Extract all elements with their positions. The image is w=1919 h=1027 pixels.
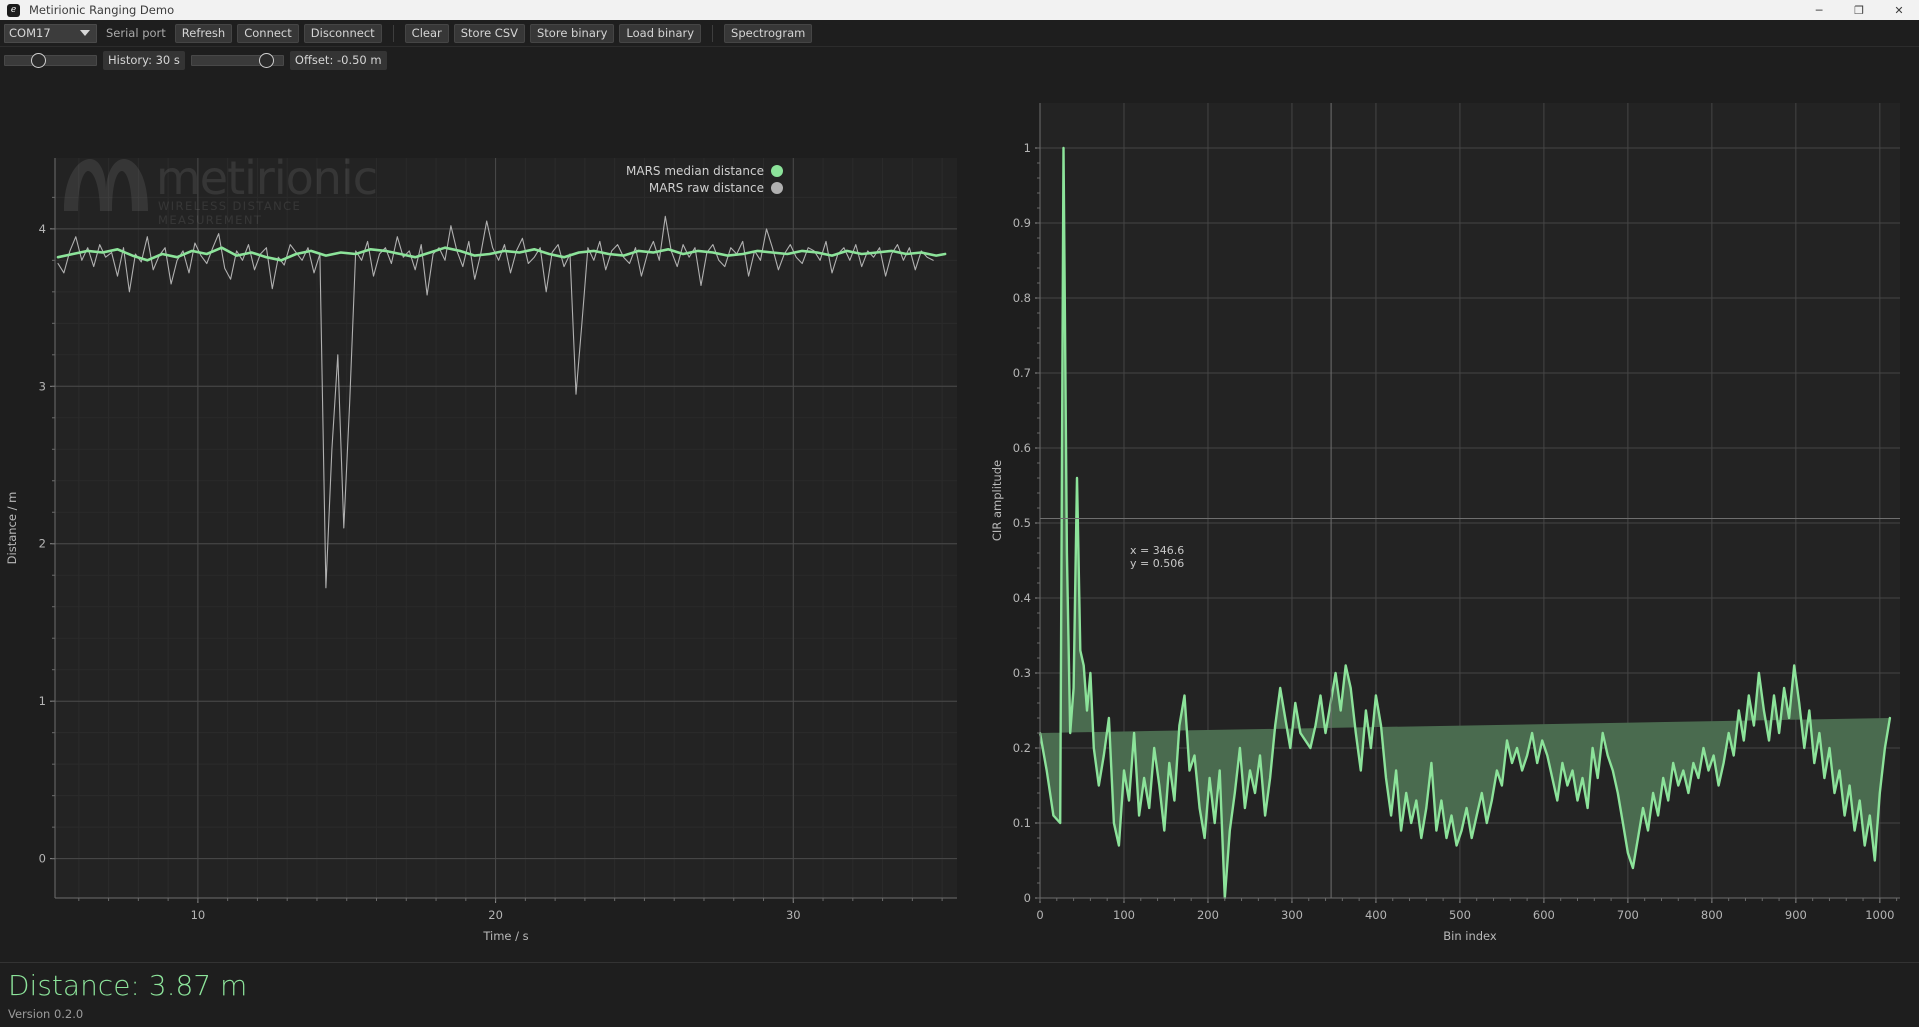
svg-text:600: 600 [1533,908,1555,922]
main-toolbar: COM17 Serial port Refresh Connect Discon… [0,20,1919,46]
svg-text:0.4: 0.4 [1013,591,1031,605]
plot-container: 01234102030Time / sDistance / m metirion… [0,73,1919,962]
load-binary-button[interactable]: Load binary [619,23,702,43]
legend-swatch-raw [771,182,783,194]
svg-text:4: 4 [39,222,46,236]
history-slider-track [4,54,97,66]
disconnect-button[interactable]: Disconnect [303,23,382,43]
svg-text:800: 800 [1701,908,1723,922]
distance-timeseries-chart[interactable]: 0 1 2 3 4 10 20 30 Time / s Distance / m [0,73,960,962]
history-slider[interactable] [4,52,97,68]
distance-readout: Distance: 3.87 m [8,969,248,1002]
svg-text:0.5: 0.5 [1013,516,1031,530]
store-binary-button[interactable]: Store binary [530,23,615,43]
annotation-x: x = 346.6 [1130,544,1185,557]
connect-button[interactable]: Connect [237,23,299,43]
window-titlebar: e Metirionic Ranging Demo ─ ❐ ✕ [0,0,1919,20]
serial-port-label: Serial port [106,26,166,40]
version-label: Version 0.2.0 [8,1007,84,1021]
history-value: History: 30 s [103,50,185,70]
svg-text:0: 0 [1036,908,1043,922]
svg-text:Time / s: Time / s [482,929,528,943]
svg-text:900: 900 [1785,908,1807,922]
svg-text:200: 200 [1197,908,1219,922]
svg-text:30: 30 [786,908,801,922]
status-bar: Distance: 3.87 m Version 0.2.0 [0,962,1919,1027]
close-button[interactable]: ✕ [1879,0,1919,20]
legend-label-raw: MARS raw distance [648,181,764,195]
annotation-y: y = 0.506 [1130,556,1185,570]
svg-text:400: 400 [1365,908,1387,922]
svg-text:0.1: 0.1 [1013,816,1031,830]
offset-slider-handle[interactable] [258,52,274,68]
controls-row: History: 30 s Offset: -0.50 m [0,46,1919,73]
maximize-button[interactable]: ❐ [1839,0,1879,20]
refresh-button[interactable]: Refresh [174,23,233,43]
svg-text:0: 0 [1024,891,1031,905]
app-icon: e [7,3,20,17]
svg-text:CIR amplitude: CIR amplitude [990,460,1004,541]
serial-port-value: COM17 [9,26,51,40]
cir-amplitude-chart[interactable]: 0 0.1 0.2 0.3 0.4 0.5 0.6 0.7 0.8 0.9 1 0 100 200 300 4… [960,73,1919,962]
spectrogram-button[interactable]: Spectrogram [724,23,813,43]
svg-text:0.3: 0.3 [1013,666,1031,680]
store-csv-button[interactable]: Store CSV [453,23,525,43]
offset-slider[interactable] [190,52,284,68]
cursor-annotation: x = 346.6 y = 0.506 [1130,544,1185,571]
window-buttons: ─ ❐ ✕ [1799,0,1919,20]
window-title: Metirionic Ranging Demo [29,3,175,17]
toolbar-separator-1 [392,24,394,42]
history-slider-handle[interactable] [31,52,46,68]
toolbar-separator-2 [712,24,714,42]
cir-plot-panel: 0 0.1 0.2 0.3 0.4 0.5 0.6 0.7 0.8 0.9 1 0 100 200 300 4… [960,73,1919,962]
legend-item-median[interactable]: MARS median distance [626,163,783,179]
chevron-down-icon [80,30,90,36]
legend-swatch-median [771,165,783,177]
offset-value: Offset: -0.50 m [289,50,387,70]
svg-text:10: 10 [191,908,206,922]
clear-button[interactable]: Clear [404,23,449,43]
svg-text:300: 300 [1281,908,1303,922]
legend-item-raw[interactable]: MARS raw distance [626,180,783,196]
svg-text:3: 3 [39,379,46,393]
svg-text:0: 0 [39,852,46,866]
svg-text:Distance / m: Distance / m [5,492,19,565]
svg-text:100: 100 [1113,908,1135,922]
svg-text:0.7: 0.7 [1013,366,1031,380]
distance-plot-panel: 01234102030Time / sDistance / m metirion… [0,73,960,962]
svg-text:0.8: 0.8 [1013,291,1031,305]
svg-text:0.6: 0.6 [1013,441,1031,455]
svg-text:2: 2 [39,537,46,551]
svg-text:1: 1 [1024,141,1031,155]
svg-text:0.9: 0.9 [1013,216,1031,230]
legend-label-median: MARS median distance [626,164,764,178]
svg-text:1000: 1000 [1865,908,1894,922]
svg-text:Bin index: Bin index [1443,929,1497,943]
svg-text:0.2: 0.2 [1013,741,1031,755]
svg-text:20: 20 [488,908,503,922]
chart-legend: MARS median distance MARS raw distance [626,163,783,197]
svg-text:1: 1 [39,694,46,708]
minimize-button[interactable]: ─ [1799,0,1839,20]
svg-text:700: 700 [1617,908,1639,922]
svg-text:500: 500 [1449,908,1471,922]
serial-port-select[interactable]: COM17 [4,23,97,43]
